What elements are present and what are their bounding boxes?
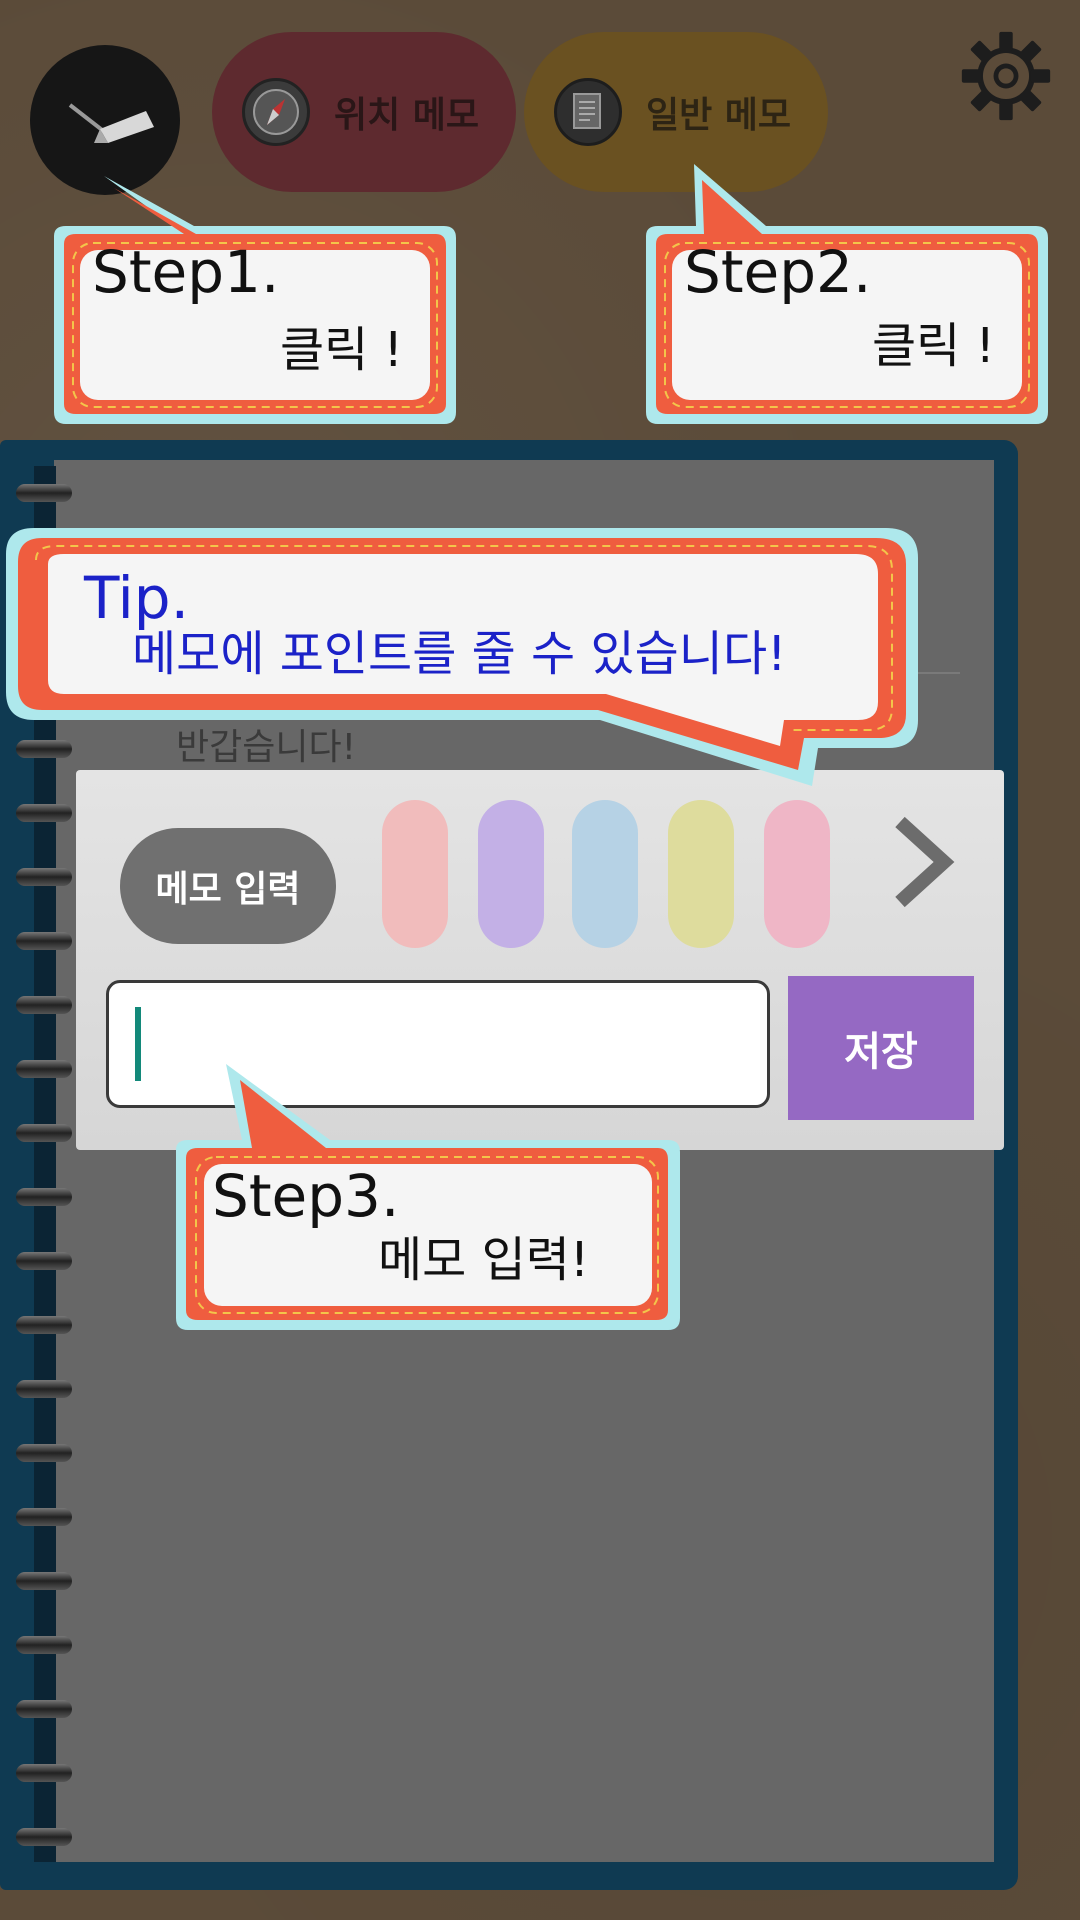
location-memo-button[interactable]: 위치 메모 [212,32,516,192]
color-option-3[interactable] [572,800,638,948]
tip-title: Tip. [83,564,189,632]
callout-step2: Step2. 클릭 ! [646,164,1048,424]
step1-title: Step1. [92,238,279,306]
color-option-4[interactable] [668,800,734,948]
step2-title: Step2. [684,238,871,306]
location-memo-label: 위치 메모 [334,95,480,136]
step2-body: 클릭 ! [872,318,995,374]
binding-ring [16,1764,72,1782]
callout-step3: Step3. 메모 입력! [176,1064,680,1330]
binding-ring [16,868,72,886]
tip-body: 메모에 포인트를 줄 수 있습니다! [132,626,786,682]
text-caret [135,1007,141,1081]
color-option-2[interactable] [478,800,544,948]
binding-ring [16,1508,72,1526]
binding-ring [16,1188,72,1206]
binding-ring [16,804,72,822]
binding-ring [16,1060,72,1078]
binding-ring [16,1444,72,1462]
pen-icon [68,103,154,143]
binding-ring [16,996,72,1014]
document-icon [554,78,622,146]
callout-tip: Tip. 메모에 포인트를 줄 수 있습니다! [6,528,918,786]
compass-icon [242,78,310,146]
binding-ring [16,1124,72,1142]
binding-ring [16,1572,72,1590]
binding-ring [16,932,72,950]
color-option-5[interactable] [764,800,830,948]
binding-ring [16,1252,72,1270]
memo-input-label: 메모 입력 [120,828,336,944]
color-option-1[interactable] [382,800,448,948]
binding-ring [16,1316,72,1334]
binding-ring [16,1828,72,1846]
step1-body: 클릭 ! [280,322,403,378]
general-memo-label: 일반 메모 [646,95,792,136]
binding-ring [16,484,72,502]
save-button[interactable]: 저장 [788,976,974,1120]
step3-title: Step3. [212,1162,399,1230]
step3-body: 메모 입력! [378,1232,589,1288]
binding-ring [16,1636,72,1654]
callout-step1: Step1. 클릭 ! [54,176,456,424]
binding-ring [16,1700,72,1718]
gear-icon[interactable] [958,28,1054,124]
binding-ring [16,1380,72,1398]
chevron-right-icon[interactable] [886,812,956,912]
